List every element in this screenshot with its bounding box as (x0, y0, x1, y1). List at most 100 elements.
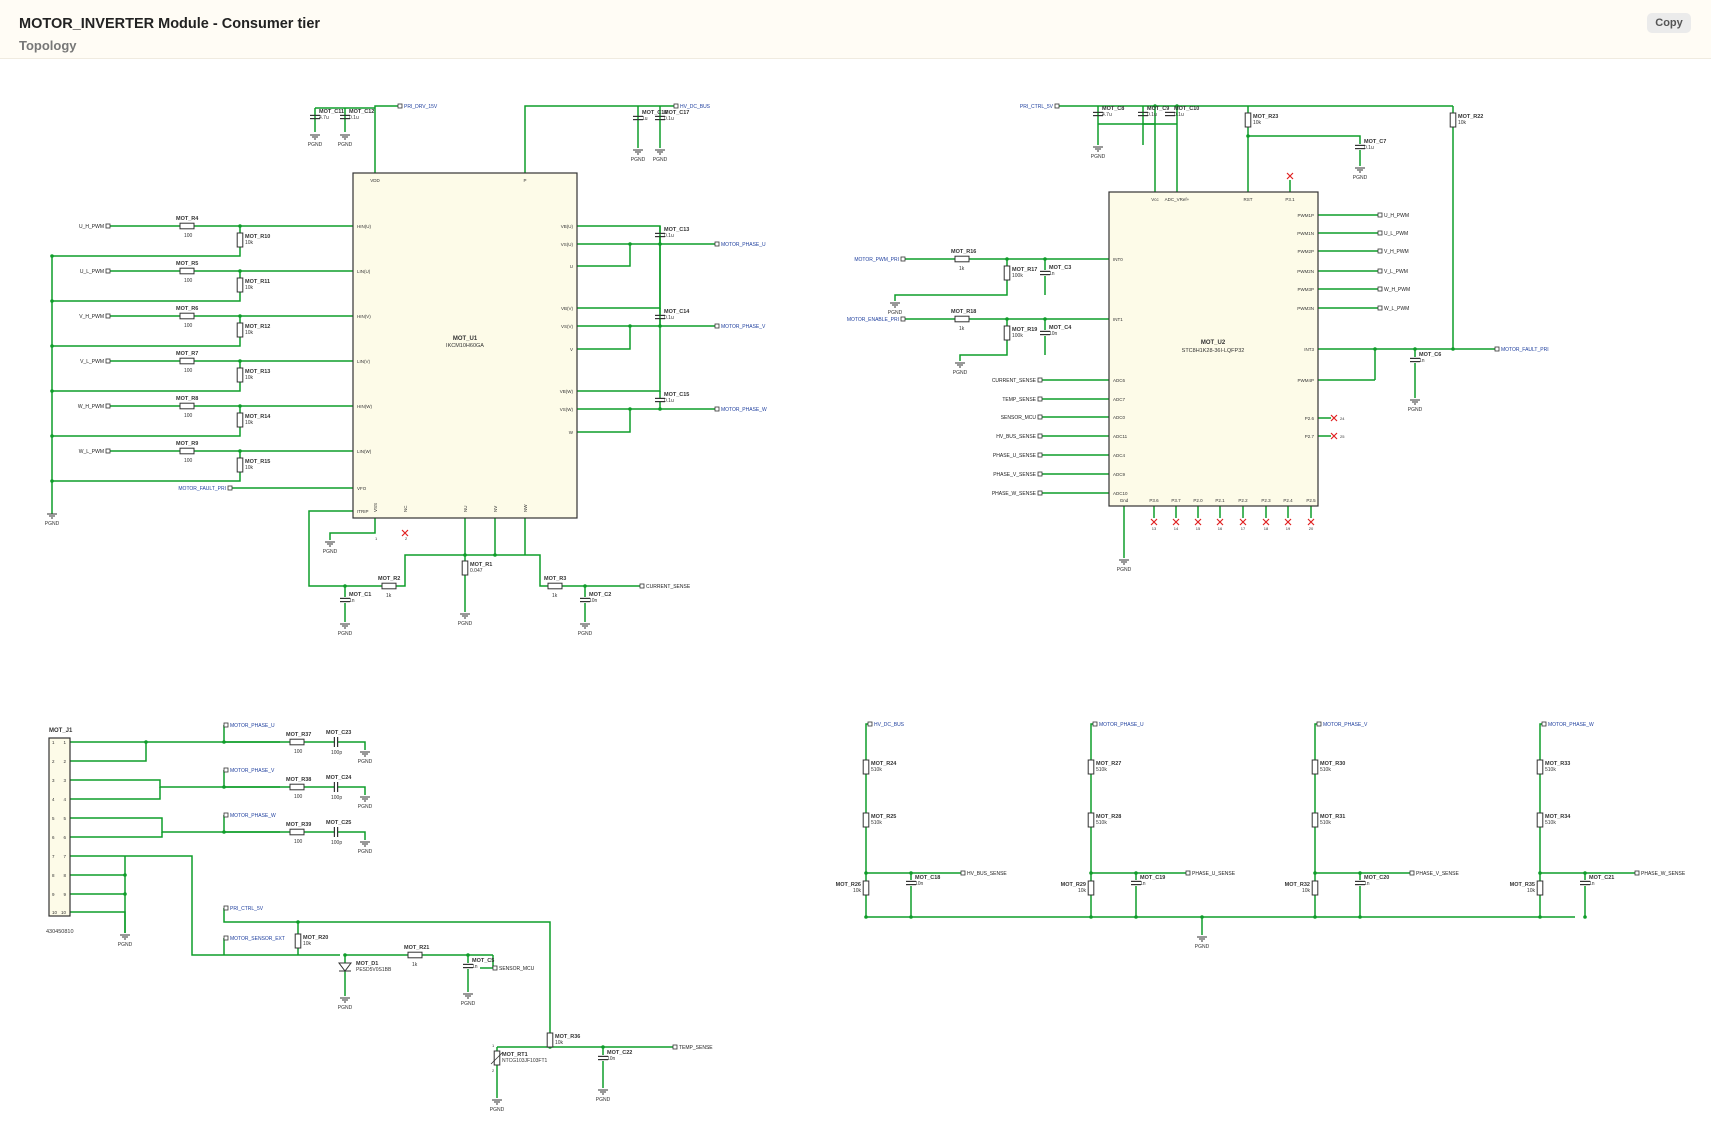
net-port (714, 241, 720, 247)
capacitor-value: 100p (331, 795, 342, 801)
capacitor-value: 0.1u (349, 115, 359, 121)
no-connect-mark (1307, 518, 1315, 526)
wire (577, 225, 661, 235)
net-label: PHASE_W_SENSE (992, 491, 1037, 497)
resistor (1087, 880, 1095, 896)
net-label: PHASE_W_SENSE (1641, 871, 1686, 877)
junction-dot (50, 434, 54, 438)
pin-label: NU (463, 506, 468, 513)
pin-label: PWM2N (1297, 269, 1314, 274)
copy-button[interactable]: Copy (1647, 13, 1691, 33)
pin-label: VFO (357, 486, 367, 491)
resistor-value: 10k (1302, 888, 1311, 894)
resistor (546, 1032, 554, 1048)
resistor (407, 951, 423, 959)
ground-label: PGND (953, 370, 968, 376)
pin-number: 2 (405, 536, 408, 541)
pin-number: 24 (1340, 416, 1345, 421)
pin-label: Vcc (1151, 197, 1159, 202)
pin-label: ADC11 (1113, 434, 1128, 439)
resistor (1311, 812, 1319, 828)
resistor (547, 582, 563, 590)
junction-dot (1538, 915, 1542, 919)
net-port (1494, 346, 1500, 352)
resistor (1536, 812, 1544, 828)
wire (329, 518, 376, 540)
pin-label: VS(U) (561, 242, 574, 247)
pin-label: P2.7 (1305, 434, 1315, 439)
net-label: MOTOR_FAULT_PRI (1501, 347, 1549, 353)
net-label: W_L_PWM (1384, 306, 1409, 312)
diode-symbol (338, 962, 352, 972)
resistor (179, 312, 195, 320)
resistor-ref: MOT_R16 (951, 249, 976, 255)
resistor-value: 10k (1458, 120, 1467, 126)
wire (52, 427, 241, 437)
ground-label: PGND (1195, 944, 1210, 950)
ground-label: PGND (578, 631, 593, 637)
net-label: SENSOR_MCU (499, 966, 535, 972)
capacitor-value: 1n (1419, 358, 1425, 364)
no-connect-mark (1150, 518, 1158, 526)
junction-dot (1583, 915, 1587, 919)
no-connect-mark (1284, 518, 1292, 526)
junction-dot (238, 404, 242, 408)
capacitor-ref: MOT_C24 (326, 775, 352, 781)
net-port (672, 1044, 678, 1050)
ground-label: PGND (653, 157, 668, 163)
resistor-ref: MOT_R38 (286, 777, 311, 783)
pin-label: VB(W) (560, 389, 574, 394)
pin-label: LIN(U) (357, 269, 371, 274)
resistor (381, 582, 397, 590)
wire (1090, 723, 1093, 760)
resistor-value: 1k (959, 266, 965, 272)
diode-value: PESD5V0S1BB (356, 967, 392, 973)
resistor (236, 367, 244, 383)
pin-label: P2.1 (1215, 498, 1225, 503)
net-port (1377, 230, 1383, 236)
resistor-value: NTCG103JF103FT1 (502, 1058, 548, 1064)
wire (338, 741, 366, 750)
net-label: PHASE_U_SENSE (1192, 871, 1236, 877)
resistor (862, 812, 870, 828)
junction-dot (1358, 871, 1362, 875)
pin-number: 14 (1174, 526, 1179, 531)
net-port (223, 767, 229, 773)
capacitor-value: 10n (589, 598, 598, 604)
junction-dot (493, 553, 497, 557)
net-label: MOTOR_FAULT_PRI (178, 486, 226, 492)
pin-number: 16 (1218, 526, 1223, 531)
connector-body-mot-j1 (48, 737, 71, 917)
pin-number: 20 (1309, 526, 1314, 531)
resistor (236, 322, 244, 338)
wire (577, 409, 631, 433)
net-label: PRI_DRV_15V (404, 104, 438, 110)
net-port (1377, 305, 1383, 311)
pin-label: P3.6 (1149, 498, 1159, 503)
no-connect-mark (1330, 432, 1338, 440)
ic-ref: MOT_U1 (453, 336, 478, 342)
pin-label: P3.7 (1171, 498, 1181, 503)
pin-number: 10 (61, 910, 67, 915)
resistor-value: 10k (245, 465, 254, 471)
resistor-ref: MOT_R37 (286, 732, 311, 738)
pin-label: PWM1P (1297, 213, 1314, 218)
net-label: U_H_PWM (79, 224, 104, 230)
net-label: SENSOR_MCU (1001, 415, 1037, 421)
pin-label: ADC6 (1113, 378, 1126, 383)
pin-label: U (570, 264, 573, 269)
net-port (223, 935, 229, 941)
ground-label: PGND (1091, 154, 1106, 160)
wire (52, 472, 241, 482)
junction-dot (1043, 257, 1047, 261)
net-port (1037, 377, 1043, 383)
net-label: V_L_PWM (1384, 269, 1408, 275)
net-port (714, 323, 720, 329)
pin-label: INT1 (1113, 317, 1123, 322)
resistor-value: 10k (1527, 888, 1536, 894)
pin-label: VS(W) (560, 407, 574, 412)
resistor-ref: MOT_R5 (176, 261, 198, 267)
ground-label: PGND (338, 631, 353, 637)
junction-dot (1451, 347, 1455, 351)
no-connect-mark (1286, 172, 1294, 180)
